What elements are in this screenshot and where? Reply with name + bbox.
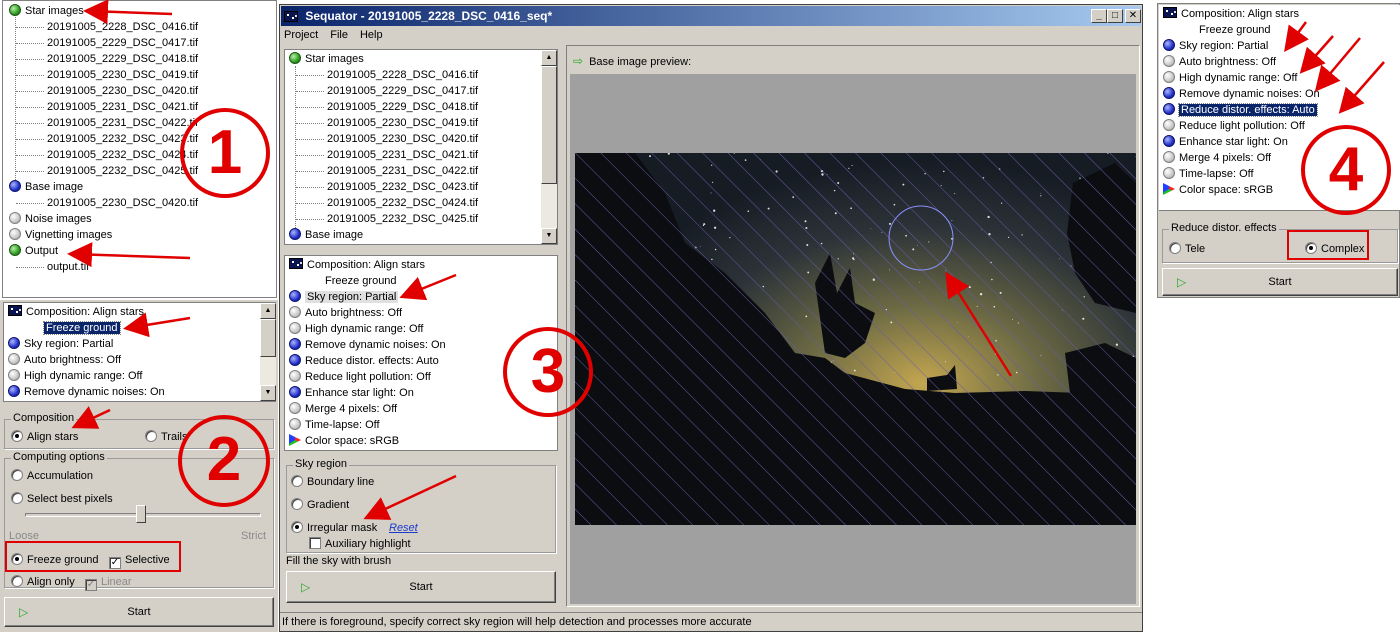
annotation-arrows bbox=[67, 0, 1385, 520]
